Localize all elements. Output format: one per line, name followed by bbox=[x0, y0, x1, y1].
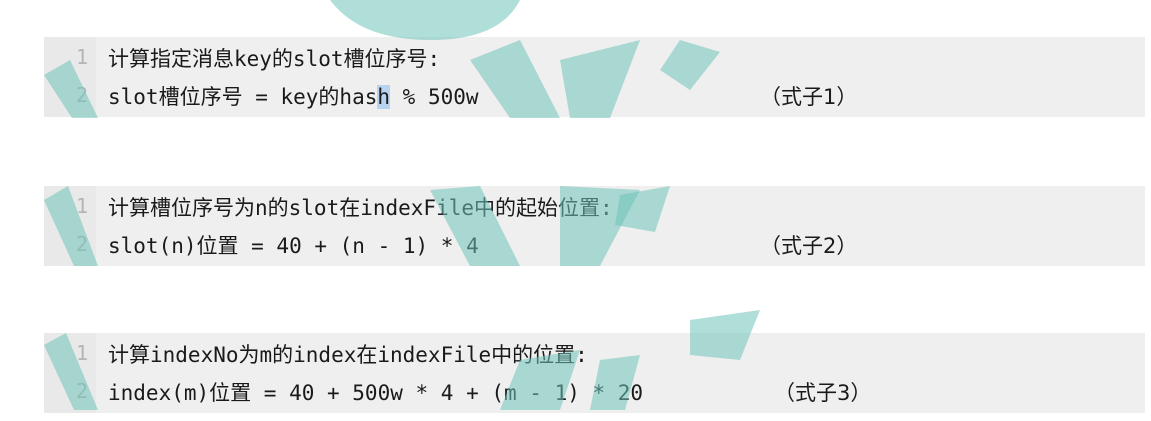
code-text-after-selection: % 500w bbox=[390, 85, 479, 109]
code-text[interactable]: 计算槽位序号为n的slot在indexFile中的起始位置: bbox=[108, 192, 613, 222]
code-text[interactable]: index(m)位置 = 40 + 500w * 4 + (m - 1) * 2… bbox=[108, 377, 643, 407]
code-block-formula-3: 1 计算indexNo为m的index在indexFile中的位置: 2 ind… bbox=[44, 333, 1145, 413]
line-number: 2 bbox=[75, 232, 88, 256]
code-line: 2 slot槽位序号 = key的hash % 500w （式子1） bbox=[44, 77, 1145, 115]
code-text[interactable]: slot(n)位置 = 40 + (n - 1) * 4 bbox=[108, 230, 479, 260]
code-text[interactable]: 计算指定消息key的slot槽位序号: bbox=[108, 43, 440, 73]
line-number: 1 bbox=[75, 341, 88, 365]
code-block-formula-1: 1 计算指定消息key的slot槽位序号: 2 slot槽位序号 = key的h… bbox=[44, 37, 1145, 117]
code-line: 1 计算槽位序号为n的slot在indexFile中的起始位置: bbox=[44, 188, 1145, 226]
code-line: 2 index(m)位置 = 40 + 500w * 4 + (m - 1) *… bbox=[44, 373, 1145, 411]
formula-tag: （式子2） bbox=[760, 234, 858, 258]
code-text-before-selection: slot槽位序号 = key的has bbox=[108, 85, 378, 109]
code-block-formula-2: 1 计算槽位序号为n的slot在indexFile中的起始位置: 2 slot(… bbox=[44, 186, 1145, 266]
formula-tag: （式子1） bbox=[760, 85, 858, 109]
code-text[interactable]: slot槽位序号 = key的hash % 500w bbox=[108, 81, 479, 111]
line-number: 1 bbox=[75, 45, 88, 69]
code-line: 2 slot(n)位置 = 40 + (n - 1) * 4 （式子2） bbox=[44, 226, 1145, 264]
formula-tag: （式子3） bbox=[774, 381, 872, 405]
text-selection: h bbox=[377, 85, 391, 109]
code-line: 1 计算指定消息key的slot槽位序号: bbox=[44, 39, 1145, 77]
code-line: 1 计算indexNo为m的index在indexFile中的位置: bbox=[44, 335, 1145, 373]
line-number: 2 bbox=[75, 83, 88, 107]
line-number: 2 bbox=[75, 379, 88, 403]
line-number: 1 bbox=[75, 194, 88, 218]
code-text[interactable]: 计算indexNo为m的index在indexFile中的位置: bbox=[108, 339, 588, 369]
